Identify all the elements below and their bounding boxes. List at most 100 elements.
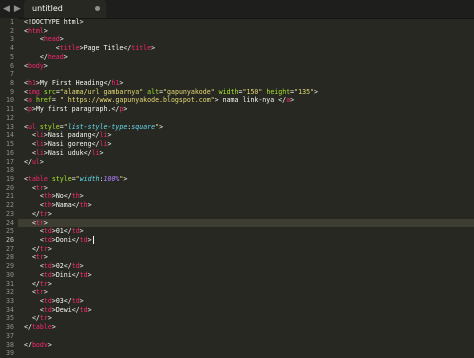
tag-name: tr (35, 218, 44, 227)
tag-name: head (47, 52, 64, 61)
tag-name: tr (39, 314, 48, 323)
tag-name: td (43, 235, 52, 244)
code-text: Dini (55, 270, 72, 279)
code-text: 01 (55, 227, 64, 236)
code-line[interactable]: <li>Nasi padang</li> (24, 131, 318, 140)
code-line[interactable]: <td>01</td> (24, 227, 318, 236)
text-cursor (92, 235, 94, 244)
tag-punctuation: > (107, 140, 112, 149)
tag-name: tr (35, 288, 44, 297)
code-line[interactable] (24, 114, 318, 123)
tag-name: title (59, 44, 80, 53)
code-line[interactable]: <head> (24, 35, 318, 44)
code-line[interactable]: <h1>My First Heading</h1> (24, 79, 318, 88)
tag-punctuation: > (79, 297, 84, 305)
tag-name: td (71, 262, 80, 271)
code-line[interactable]: </body> (24, 341, 318, 347)
code-line[interactable]: </head> (24, 53, 318, 62)
triangle-left-icon[interactable]: ◀ (3, 2, 10, 16)
tag-name: td (43, 305, 52, 314)
triangle-right-icon[interactable]: ▶ (14, 2, 21, 16)
code-line[interactable]: </tr> (24, 210, 318, 219)
code-line[interactable] (24, 70, 318, 79)
code-line[interactable]: <tr> (24, 288, 318, 297)
code-line[interactable]: <td>03</td> (24, 297, 318, 306)
unsaved-dot-icon[interactable] (95, 6, 100, 11)
tag-name: h1 (27, 79, 36, 88)
tag-name: td (43, 270, 52, 279)
code-area[interactable]: <!DOCTYPE html> <html> <head> <title>Page… (24, 18, 318, 347)
line-number: 3 (10, 35, 14, 44)
line-number: 21 (6, 192, 14, 201)
tag-punctuation: </ (83, 148, 92, 157)
line-number: 29 (6, 262, 14, 271)
tag-name: td (71, 297, 80, 305)
code-line[interactable]: <li>Nasi goreng</li> (24, 140, 318, 149)
line-number: 1 (10, 18, 14, 26)
line-number: 25 (6, 227, 14, 236)
code-line[interactable]: <tr> (24, 184, 318, 193)
line-number: 28 (6, 253, 14, 262)
code-line[interactable]: </tr> (24, 280, 318, 289)
line-number: 39 (6, 349, 14, 358)
tag-name: tr (39, 209, 48, 218)
css-number: 100% (103, 174, 120, 183)
code-line[interactable]: <!DOCTYPE html> (24, 18, 318, 27)
tag-name: head (43, 35, 60, 44)
code-line[interactable]: </ul> (24, 158, 318, 167)
tag-punctuation: > (87, 270, 92, 279)
tag-name: li (35, 131, 44, 140)
tag-punctuation: > (47, 340, 52, 347)
code-line[interactable]: <tr> (24, 253, 318, 262)
code-line[interactable]: <li>Nasi uduk</li> (24, 149, 318, 158)
code-text: 03 (55, 297, 64, 305)
code-line[interactable]: <td>02</td> (24, 262, 318, 271)
code-line[interactable]: <a href= " https://www.gapunyakode.blogs… (24, 96, 318, 105)
tag-punctuation: </ (39, 52, 48, 61)
code-line[interactable]: <th>Nama</th> (24, 201, 318, 210)
tag-punctuation: > (59, 35, 64, 44)
code-line[interactable]: <td>Dewi</td> (24, 306, 318, 315)
tag-name: table (31, 323, 52, 332)
code-line[interactable]: <html> (24, 27, 318, 36)
code-line[interactable]: <tr> (24, 219, 318, 228)
tag-punctuation: > (51, 323, 56, 332)
code-line[interactable]: </tr> (24, 314, 318, 323)
code-line[interactable]: <table style="width:100%"> (24, 175, 318, 184)
code-line[interactable]: <th>No</th> (24, 192, 318, 201)
line-number: 38 (6, 340, 14, 349)
code-line[interactable]: <img src="alama/url gambarnya" alt="gapu… (24, 88, 318, 97)
line-number: 27 (6, 244, 14, 253)
code-line[interactable]: <td>Doni</td> (24, 235, 318, 245)
code-line[interactable] (24, 166, 318, 175)
code-line[interactable]: </tr> (24, 245, 318, 254)
tag-name: th (43, 201, 52, 210)
tag-punctuation: > (159, 122, 164, 131)
code-line[interactable]: <p>My first paragraph.</p> (24, 105, 318, 114)
code-editor[interactable]: <!DOCTYPE html> <html> <head> <title>Page… (18, 18, 474, 347)
line-number: 9 (10, 87, 14, 96)
code-line[interactable]: <ul style="list-style-type:square"> (24, 123, 318, 132)
tag-name: tr (39, 279, 48, 288)
code-text: Nasi padang (47, 131, 92, 140)
line-number: 32 (6, 288, 14, 297)
code-line[interactable]: </table> (24, 323, 318, 332)
code-line[interactable]: <td>Dini</td> (24, 271, 318, 280)
tag-punctuation: > (47, 314, 52, 323)
css-property: square (131, 122, 156, 131)
code-line[interactable]: <title>Page Title</title> (24, 44, 318, 53)
css-property: width (79, 174, 100, 183)
tag-name: td (43, 227, 52, 236)
tag-name: table (27, 174, 48, 183)
tag-name: th (79, 201, 88, 210)
code-line[interactable]: <body> (24, 62, 318, 71)
code-line[interactable] (24, 332, 318, 341)
tab-untitled[interactable]: untitled (24, 0, 106, 18)
